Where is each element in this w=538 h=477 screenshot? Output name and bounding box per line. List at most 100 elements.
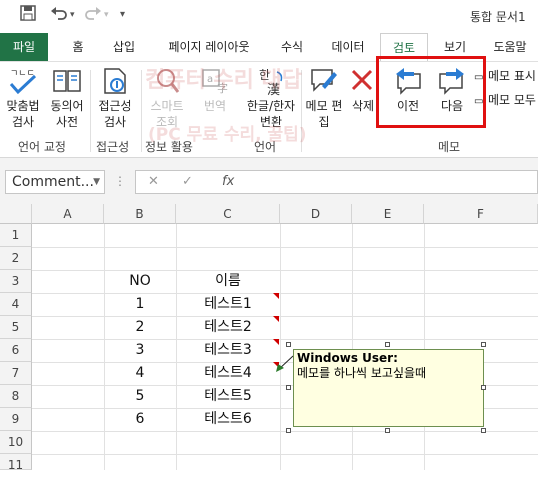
column-header-d[interactable]: D bbox=[280, 204, 352, 224]
row-header-1[interactable]: 1 bbox=[0, 224, 32, 247]
formula-bar-grip-icon[interactable]: ⋮ bbox=[114, 174, 126, 188]
smart-lookup-icon bbox=[151, 66, 183, 96]
cell-b6[interactable]: 3 bbox=[104, 339, 176, 362]
spelling-label: 맞춤법 검사 bbox=[6, 99, 40, 129]
cell-b4[interactable]: 1 bbox=[104, 293, 176, 316]
smart-lookup-button[interactable]: 스마트 조회 bbox=[144, 66, 190, 130]
row-header-3[interactable]: 3 bbox=[0, 270, 32, 293]
spelling-button[interactable]: ㄱㄴㄷ 맞춤법 검사 bbox=[2, 66, 44, 130]
enter-icon[interactable]: ✓ bbox=[182, 174, 193, 189]
resize-handle[interactable] bbox=[286, 342, 291, 347]
redo-dropdown-icon[interactable]: ▾ bbox=[104, 10, 109, 20]
tab-home[interactable]: 홈 bbox=[60, 33, 96, 61]
hangul-hanja-label: 한글/한자 변환 bbox=[246, 99, 296, 129]
cell-c3[interactable]: 이름 bbox=[176, 270, 280, 293]
group-label-accessibility: 접근성 bbox=[96, 140, 130, 154]
column-header-a[interactable]: A bbox=[32, 204, 104, 224]
save-icon[interactable] bbox=[20, 5, 36, 25]
edit-comment-button[interactable]: 메모 편집 bbox=[304, 66, 344, 130]
group-separator bbox=[90, 70, 91, 152]
comment-author: Windows User: bbox=[297, 351, 398, 365]
row-header-7[interactable]: 7 bbox=[0, 362, 32, 385]
cell-c8[interactable]: 테스트5 bbox=[176, 385, 280, 408]
accessibility-button[interactable]: 접근성 검사 bbox=[92, 66, 138, 130]
resize-handle[interactable] bbox=[481, 342, 486, 347]
formula-input[interactable]: ✕ ✓ fx bbox=[135, 170, 538, 194]
row-header-6[interactable]: 6 bbox=[0, 339, 32, 362]
redo-icon[interactable] bbox=[84, 5, 102, 25]
resize-handle[interactable] bbox=[286, 385, 291, 390]
cell-c6[interactable]: 테스트3 bbox=[176, 339, 280, 362]
row-header-8[interactable]: 8 bbox=[0, 385, 32, 408]
column-header-f[interactable]: F bbox=[424, 204, 538, 224]
show-comment-label: 메모 표시 bbox=[488, 69, 536, 83]
hangul-hanja-icon: 한漢 bbox=[255, 66, 287, 98]
tab-insert[interactable]: 삽입 bbox=[102, 33, 146, 61]
resize-handle[interactable] bbox=[286, 428, 291, 433]
hangul-hanja-button[interactable]: 한漢 한글/한자 변환 bbox=[244, 66, 298, 130]
undo-icon[interactable] bbox=[50, 5, 68, 25]
cell-c7[interactable]: 테스트4 bbox=[176, 362, 280, 385]
delete-comment-button[interactable]: 삭제 bbox=[346, 66, 380, 114]
accessibility-check-icon bbox=[99, 66, 131, 96]
name-box[interactable]: Comment... ▼ bbox=[5, 170, 105, 194]
row-header-5[interactable]: 5 bbox=[0, 316, 32, 339]
undo-dropdown-icon[interactable]: ▾ bbox=[70, 10, 75, 20]
resize-handle[interactable] bbox=[481, 385, 486, 390]
worksheet-grid[interactable]: A B C D E F 1 2 3 4 5 6 7 8 9 10 11 NO 이… bbox=[0, 204, 538, 472]
column-header-e[interactable]: E bbox=[352, 204, 424, 224]
customize-toolbar-icon[interactable]: ▾ bbox=[120, 9, 125, 20]
comment-text: 메모를 하나씩 보고싶을때 bbox=[297, 366, 427, 380]
row-header-2[interactable]: 2 bbox=[0, 247, 32, 270]
tab-formulas[interactable]: 수식 bbox=[270, 33, 314, 61]
cell-b3[interactable]: NO bbox=[104, 270, 176, 293]
insert-function-icon[interactable]: fx bbox=[222, 174, 234, 189]
tab-help[interactable]: 도움말 bbox=[482, 33, 538, 61]
tab-page-layout[interactable]: 페이지 레이아웃 bbox=[155, 33, 263, 61]
svg-text:漢: 漢 bbox=[267, 83, 280, 96]
name-box-value: Comment... bbox=[12, 174, 94, 190]
svg-text:한: 한 bbox=[259, 68, 270, 82]
name-box-dropdown-icon[interactable]: ▼ bbox=[93, 171, 100, 193]
cancel-icon[interactable]: ✕ bbox=[148, 174, 159, 189]
column-header-b[interactable]: B bbox=[104, 204, 176, 224]
group-label-insights: 정보 활용 bbox=[145, 140, 193, 154]
resize-handle[interactable] bbox=[481, 428, 486, 433]
row-header-10[interactable]: 10 bbox=[0, 431, 32, 454]
grid-line bbox=[32, 454, 538, 455]
resize-handle[interactable] bbox=[385, 342, 390, 347]
comment-indicator-c5[interactable] bbox=[273, 316, 279, 322]
svg-text:ㄱㄴㄷ: ㄱㄴㄷ bbox=[10, 69, 35, 79]
select-all-corner[interactable] bbox=[0, 204, 32, 224]
spelling-icon: ㄱㄴㄷ bbox=[7, 66, 39, 96]
group-label-comments: 메모 bbox=[438, 140, 461, 154]
formula-bar: Comment... ▼ ⋮ ✕ ✓ fx bbox=[0, 158, 538, 204]
edit-comment-label: 메모 편집 bbox=[305, 99, 343, 129]
cell-c9[interactable]: 테스트6 bbox=[176, 408, 280, 431]
translate-button[interactable]: a字 번역 bbox=[192, 66, 238, 114]
tab-file[interactable]: 파일 bbox=[0, 33, 48, 61]
cell-b8[interactable]: 5 bbox=[104, 385, 176, 408]
cell-b7[interactable]: 4 bbox=[104, 362, 176, 385]
cell-b9[interactable]: 6 bbox=[104, 408, 176, 431]
cell-c4[interactable]: 테스트1 bbox=[176, 293, 280, 316]
edit-comment-icon bbox=[308, 66, 340, 96]
row-header-4[interactable]: 4 bbox=[0, 293, 32, 316]
row-header-11[interactable]: 11 bbox=[0, 454, 32, 472]
thesaurus-icon bbox=[51, 66, 83, 96]
resize-handle[interactable] bbox=[385, 428, 390, 433]
comment-box[interactable]: Windows User: 메모를 하나씩 보고싶을때 bbox=[293, 349, 484, 427]
column-header-c[interactable]: C bbox=[176, 204, 280, 224]
cell-c5[interactable]: 테스트2 bbox=[176, 316, 280, 339]
comment-indicator-c4[interactable] bbox=[273, 293, 279, 299]
translate-label: 번역 bbox=[203, 99, 227, 113]
svg-text:a: a bbox=[207, 74, 213, 85]
grid-line bbox=[32, 431, 538, 432]
row-header-9[interactable]: 9 bbox=[0, 408, 32, 431]
cell-b5[interactable]: 2 bbox=[104, 316, 176, 339]
group-separator bbox=[301, 70, 302, 152]
tab-data[interactable]: 데이터 bbox=[322, 33, 374, 61]
thesaurus-button[interactable]: 동의어 사전 bbox=[46, 66, 88, 130]
group-label-proofing: 언어 교정 bbox=[18, 140, 66, 154]
delete-comment-icon bbox=[347, 66, 379, 96]
